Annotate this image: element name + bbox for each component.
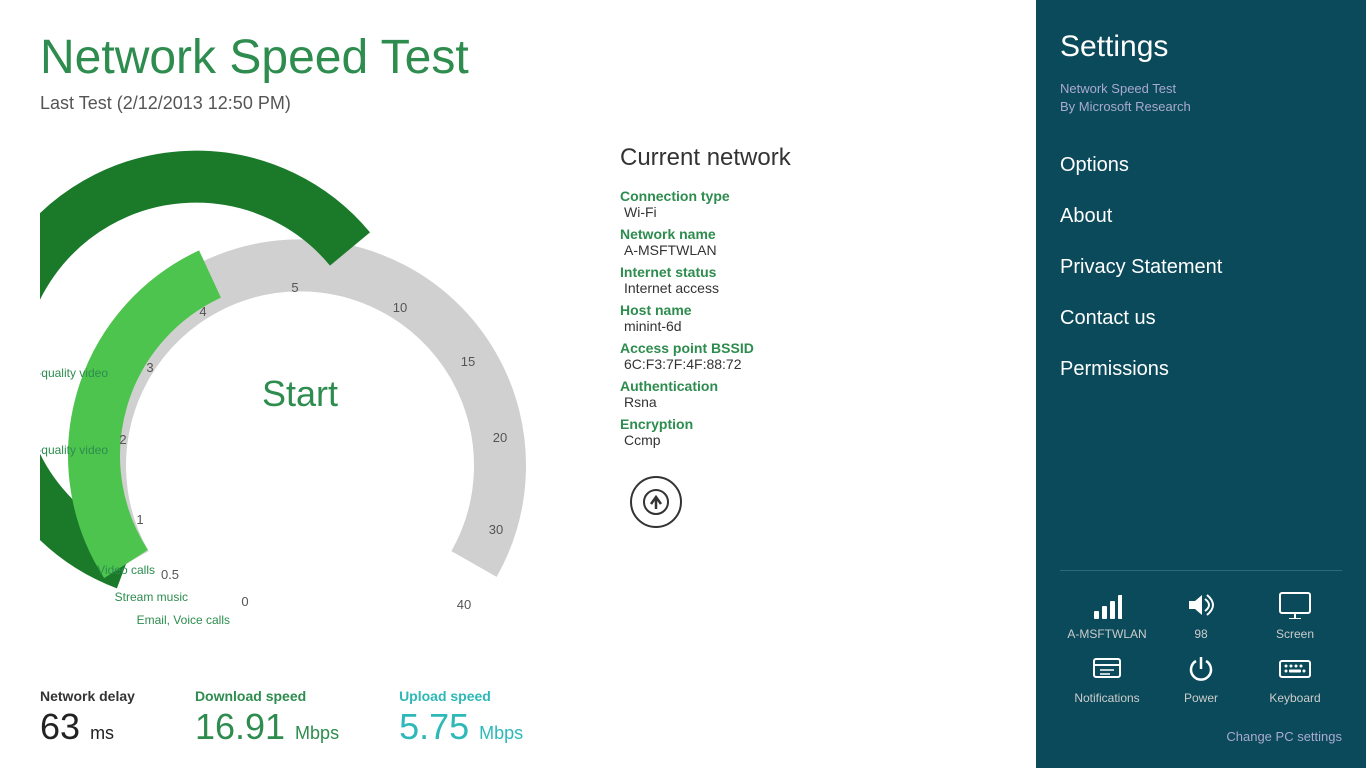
power-icon bbox=[1186, 651, 1216, 687]
sidebar-item-privacy[interactable]: Privacy Statement bbox=[1060, 242, 1342, 293]
host-name-row: Host name minint-6d bbox=[620, 302, 791, 334]
upload-button[interactable] bbox=[630, 476, 682, 528]
sidebar-title: Settings bbox=[1060, 30, 1342, 64]
sidebar-app-info: Network Speed Test By Microsoft Research bbox=[1060, 80, 1342, 116]
download-block: Download speed 16.91 Mbps bbox=[195, 688, 339, 748]
power-label: Power bbox=[1184, 691, 1218, 705]
tray-screen[interactable]: Screen bbox=[1255, 587, 1335, 641]
annotation-email: Email, Voice calls bbox=[137, 613, 230, 627]
connection-type-label: Connection type bbox=[620, 188, 791, 204]
authentication-label: Authentication bbox=[620, 378, 791, 394]
wifi-icon bbox=[1092, 587, 1122, 623]
main-content: Network Speed Test Last Test (2/12/2013 … bbox=[0, 0, 1036, 768]
tray-row-2: Notifications Power bbox=[1060, 651, 1342, 705]
scale-15: 15 bbox=[461, 354, 475, 369]
internet-status-row: Internet status Internet access bbox=[620, 264, 791, 296]
access-point-value: 6C:F3:7F:4F:88:72 bbox=[620, 356, 791, 372]
scale-3: 3 bbox=[146, 360, 153, 375]
settings-sidebar: Settings Network Speed Test By Microsoft… bbox=[1036, 0, 1366, 768]
host-name-value: minint-6d bbox=[620, 318, 791, 334]
scale-10: 10 bbox=[393, 300, 407, 315]
keyboard-icon bbox=[1278, 651, 1312, 687]
sidebar-menu: Options About Privacy Statement Contact … bbox=[1060, 140, 1342, 395]
internet-status-value: Internet access bbox=[620, 280, 791, 296]
change-pc-button[interactable]: Change PC settings bbox=[1060, 715, 1342, 758]
host-name-label: Host name bbox=[620, 302, 791, 318]
scale-20: 20 bbox=[493, 430, 507, 445]
annotation-lq-video: Stream low-quality video bbox=[40, 443, 108, 457]
scale-5: 5 bbox=[291, 280, 298, 295]
network-name-row: Network name A-MSFTWLAN bbox=[620, 226, 791, 258]
upload-value: 5.75 Mbps bbox=[399, 706, 523, 748]
access-point-label: Access point BSSID bbox=[620, 340, 791, 356]
authentication-row: Authentication Rsna bbox=[620, 378, 791, 410]
tray-volume[interactable]: 98 bbox=[1161, 587, 1241, 641]
volume-label: 98 bbox=[1194, 627, 1207, 641]
tray-keyboard[interactable]: Keyboard bbox=[1255, 651, 1335, 705]
network-delay-value: 63 ms bbox=[40, 706, 135, 748]
tray-row-1: A-MSFTWLAN 98 bbox=[1060, 587, 1342, 641]
scale-0: 0 bbox=[241, 594, 248, 609]
scale-50: 50 bbox=[381, 632, 395, 634]
tray-divider bbox=[1060, 570, 1342, 571]
start-button[interactable]: Start bbox=[262, 373, 338, 415]
connection-type-row: Connection type Wi-Fi bbox=[620, 188, 791, 220]
upload-label: Upload speed bbox=[399, 688, 523, 704]
download-value: 16.91 Mbps bbox=[195, 706, 339, 748]
stats-bar: Network delay 63 ms Download speed 16.91… bbox=[40, 688, 696, 748]
sidebar-item-permissions[interactable]: Permissions bbox=[1060, 344, 1342, 395]
sidebar-item-contact[interactable]: Contact us bbox=[1060, 293, 1342, 344]
system-tray: A-MSFTWLAN 98 bbox=[1060, 554, 1342, 768]
scale-4: 4 bbox=[199, 304, 206, 319]
network-name-value: A-MSFTWLAN bbox=[620, 242, 791, 258]
download-label: Download speed bbox=[195, 688, 339, 704]
network-delay-block: Network delay 63 ms bbox=[40, 688, 135, 748]
volume-icon bbox=[1185, 587, 1217, 623]
scale-30: 30 bbox=[489, 522, 503, 537]
notifications-icon bbox=[1092, 651, 1122, 687]
scale-1: 1 bbox=[136, 512, 143, 527]
speedometer: 0 0.5 1 2 3 4 5 10 15 20 30 bbox=[40, 134, 560, 634]
network-info: Current network Connection type Wi-Fi Ne… bbox=[620, 134, 791, 528]
annotation-stream-music: Stream music bbox=[115, 590, 188, 604]
tray-wifi[interactable]: A-MSFTWLAN bbox=[1067, 587, 1147, 641]
access-point-row: Access point BSSID 6C:F3:7F:4F:88:72 bbox=[620, 340, 791, 372]
encryption-row: Encryption Ccmp bbox=[620, 416, 791, 448]
network-delay-label: Network delay bbox=[40, 688, 135, 704]
scale-40: 40 bbox=[457, 597, 471, 612]
upload-block: Upload speed 5.75 Mbps bbox=[399, 688, 523, 748]
tray-notifications[interactable]: Notifications bbox=[1067, 651, 1147, 705]
network-title: Current network bbox=[620, 144, 791, 172]
authentication-value: Rsna bbox=[620, 394, 791, 410]
internet-status-label: Internet status bbox=[620, 264, 791, 280]
screen-icon bbox=[1278, 587, 1312, 623]
scale-2: 2 bbox=[119, 432, 126, 447]
keyboard-label: Keyboard bbox=[1269, 691, 1320, 705]
annotation-video-calls: Video calls bbox=[97, 563, 155, 577]
notifications-label: Notifications bbox=[1074, 691, 1139, 705]
tray-power[interactable]: Power bbox=[1161, 651, 1241, 705]
last-test-label: Last Test (2/12/2013 12:50 PM) bbox=[40, 93, 996, 114]
scale-05: 0.5 bbox=[161, 567, 179, 582]
content-area: 0 0.5 1 2 3 4 5 10 15 20 30 bbox=[40, 134, 996, 634]
sidebar-item-about[interactable]: About bbox=[1060, 191, 1342, 242]
encryption-value: Ccmp bbox=[620, 432, 791, 448]
app-title: Network Speed Test bbox=[40, 30, 996, 85]
network-name-label: Network name bbox=[620, 226, 791, 242]
encryption-label: Encryption bbox=[620, 416, 791, 432]
connection-type-value: Wi-Fi bbox=[620, 204, 791, 220]
screen-label: Screen bbox=[1276, 627, 1314, 641]
wifi-label: A-MSFTWLAN bbox=[1067, 627, 1146, 641]
sidebar-item-options[interactable]: Options bbox=[1060, 140, 1342, 191]
annotation-hq-video: Stream high-quality video bbox=[40, 366, 108, 380]
upload-arrow-icon bbox=[642, 488, 670, 516]
